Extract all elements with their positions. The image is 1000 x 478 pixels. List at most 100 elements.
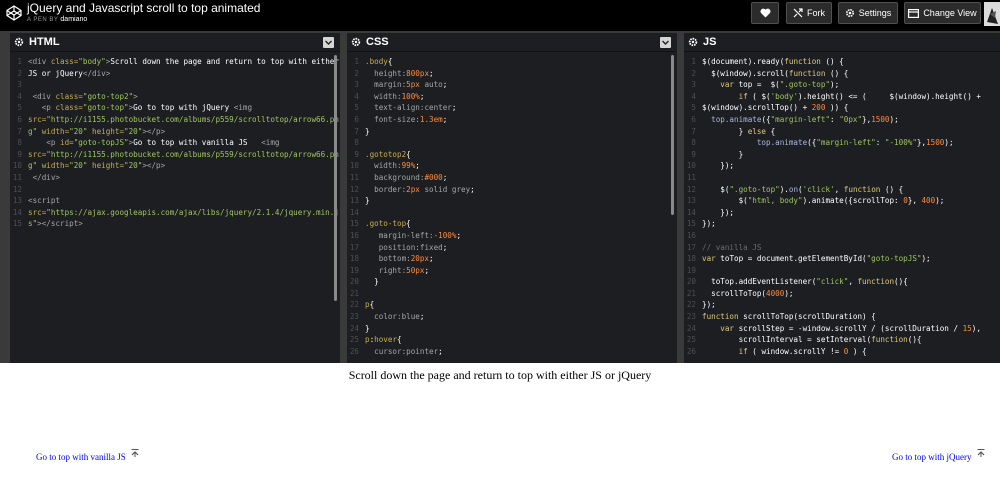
line-number: 16 [686,230,696,240]
gear-icon[interactable] [14,37,24,47]
code-line[interactable]: 16 [684,230,1000,242]
code-line[interactable]: 10 }); [684,160,1000,172]
code-line[interactable]: 11 [684,172,1000,184]
settings-button[interactable]: Settings [838,2,898,24]
code-line[interactable]: 7 } else { [684,126,1000,138]
code-line[interactable]: 14 [347,207,677,219]
css-scrollbar[interactable] [671,55,674,215]
code-line[interactable]: 1 <div class="body">Scroll down the page … [10,56,340,68]
code-token: ( $( [752,91,771,101]
css-code[interactable]: 1 .body{2 height:800px; 3 margin:5px auto;… [347,53,677,363]
chevron-down-icon[interactable] [323,37,334,48]
code-line[interactable]: 5 $(window).scrollTop() + 200 )) { [684,102,1000,114]
code-line[interactable]: 21 scrollToTop(4000); [684,288,1000,300]
code-line[interactable]: 3 var top = $(".goto-top"); [684,79,1000,91]
code-line[interactable]: 15 s"></script> [10,218,340,230]
code-line[interactable]: 21 [347,288,677,300]
code-line[interactable]: 13 $("html, body").animate({scrollTop: 0… [684,195,1000,207]
code-token: "goto-top" [82,103,129,113]
code-line[interactable]: 17 position:fixed; [347,242,677,254]
code-line[interactable]: 4 width:100%; [347,91,677,103]
gear-icon[interactable] [688,37,698,47]
code-line[interactable]: 5 <p class="goto-top">Go to top with jQu… [10,102,340,114]
code-text: }); [702,218,1000,230]
code-line[interactable]: 19 [684,265,1000,277]
code-token: <div [28,57,51,66]
js-code[interactable]: 1 $(document).ready(function () {2 $(wind… [684,53,1000,363]
pen-title[interactable]: jQuery and Javascript scroll to top anim… [27,1,260,15]
code-line[interactable]: 3 [10,79,340,91]
code-line[interactable]: 11 background:#000; [347,172,677,184]
code-line[interactable]: 24 var scrollStep = -window.scrollY / (s… [684,323,1000,335]
code-text: } else { [702,126,1000,138]
goto-top-vanilla-link[interactable]: Go to top with vanilla JS [36,449,140,462]
code-line[interactable]: 26 if ( window.scrollY != 0 ) { [684,346,1000,358]
code-line[interactable]: 1 .body{ [347,56,677,68]
code-line[interactable]: 2 height:800px; [347,68,677,80]
code-line[interactable]: 20 } [347,276,677,288]
code-line[interactable]: 2 JS or jQuery</div> [10,68,340,80]
code-line[interactable]: 19 right:50px; [347,265,677,277]
code-line[interactable]: 22 p{ [347,299,677,311]
code-line[interactable]: 12 border:2px solid grey; [347,184,677,196]
code-line[interactable]: 20 toTop.addEventListener("click", funct… [684,276,1000,288]
code-text: scrollInterval = setInterval(function(){ [702,334,1000,346]
code-line[interactable]: 8 <p id="goto-topJS">Go to top with vani… [10,137,340,149]
code-line[interactable]: 12 $(".goto-top").on('click', function (… [684,184,1000,196]
html-scrollbar[interactable] [334,55,337,301]
code-line[interactable]: 13} [347,195,677,207]
code-line[interactable]: 3 margin:5px auto; [347,79,677,91]
code-line[interactable]: 17 // vanilla JS [684,242,1000,254]
code-line[interactable]: 1 $(document).ready(function () { [684,56,1000,68]
code-line[interactable]: 7 g" width="20" height="20"></p> [10,126,340,138]
code-line[interactable]: 26 cursor:pointer; [347,346,677,358]
avatar[interactable] [984,2,1000,26]
code-line[interactable]: 25 p:hover{ [347,334,677,346]
code-line[interactable]: 23 function scrollToTop(scrollDuration) { [684,311,1000,323]
line-number: 26 [349,346,359,356]
code-line[interactable]: 6 src="http://i1155.photobucket.com/album… [10,114,340,126]
code-line[interactable]: 25 scrollInterval = setInterval(function… [684,334,1000,346]
code-line[interactable]: 9 src="http://i1155.photobucket.com/album… [10,149,340,161]
goto-top-jquery-link[interactable]: Go to top with jQuery [892,449,986,462]
html-code[interactable]: 1 <div class="body">Scroll down the page … [10,53,340,363]
code-line[interactable]: 7} [347,126,677,138]
code-line[interactable]: 9 .gototop2{ [347,149,677,161]
code-line[interactable]: 8 [347,137,677,149]
code-token: center [424,103,452,113]
change-view-button[interactable]: Change View [904,2,981,24]
code-line[interactable]: 15}); [684,218,1000,230]
code-text: }); [702,207,1000,219]
code-line[interactable]: 6 font-size:1.3em; [347,114,677,126]
code-line[interactable]: 23 color:blue; [347,311,677,323]
code-line[interactable]: 14 src="https://ajax.googleapis.com/ajax/… [10,207,340,219]
code-line[interactable]: 9 } [684,149,1000,161]
code-line[interactable]: 10 g" width="20" height="20"></p> [10,160,340,172]
fork-button[interactable]: Fork [786,2,832,24]
code-line[interactable]: 2 $(window).scroll(function () { [684,68,1000,80]
code-line[interactable]: 13 <script [10,195,340,207]
code-line[interactable]: 6 top.animate({"margin-left": "0px"},150… [684,114,1000,126]
codepen-logo-icon[interactable] [6,5,22,21]
code-line[interactable]: 16 margin-left:-100%; [347,230,677,242]
code-line[interactable]: 11 </div> [10,172,340,184]
code-line[interactable]: 4 <div class="goto-top2"> [10,91,340,103]
code-token: function [784,57,821,66]
code-token: "http://i1155.photobucket.com/albums/p55… [46,149,339,159]
code-line[interactable]: 14 }); [684,207,1000,219]
code-line[interactable]: 24} [347,323,677,335]
code-line[interactable]: 18 var toTop = document.getElementById("g… [684,253,1000,265]
chevron-down-icon[interactable] [660,37,671,48]
code-line[interactable]: 22}); [684,299,1000,311]
code-line[interactable]: 8 top.animate({"margin-left": "-100%"},1… [684,137,1000,149]
heart-button[interactable] [751,2,779,24]
code-line[interactable]: 10 width:99%; [347,160,677,172]
gear-icon[interactable] [351,37,361,47]
code-line[interactable]: 12 [10,184,340,196]
author-link[interactable]: damiano [60,16,87,23]
code-line[interactable]: 4 if ( $('body').height() <= ( $(window)… [684,91,1000,103]
code-line[interactable]: 18 bottom:20px; [347,253,677,265]
code-line[interactable]: 5 text-align:center; [347,102,677,114]
code-line[interactable]: 15 .goto-top{ [347,218,677,230]
